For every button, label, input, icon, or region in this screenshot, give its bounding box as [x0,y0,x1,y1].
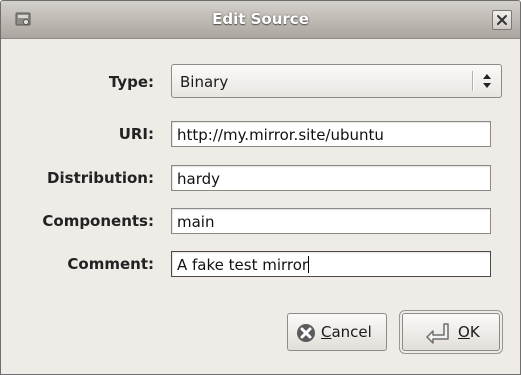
components-value: main [177,213,215,231]
window-title: Edit Source [212,10,309,28]
up-down-arrows-icon [482,73,492,93]
uri-value: http://my.mirror.site/ubuntu [177,126,384,144]
ok-button[interactable]: OK [399,310,503,354]
components-label: Components: [42,212,154,230]
cancel-icon [296,323,316,347]
type-label: Type: [108,73,154,91]
title-bar[interactable]: Edit Source [1,1,520,39]
comment-value: A fake test mirror [177,256,309,274]
distribution-label: Distribution: [47,169,154,187]
close-button[interactable] [492,10,512,30]
comment-label: Comment: [67,255,154,273]
enter-arrow-icon [425,322,451,348]
cancel-button[interactable]: Cancel [287,313,387,351]
comment-input[interactable]: A fake test mirror [171,251,491,277]
text-cursor [308,256,310,273]
type-value: Binary [180,73,229,91]
uri-input[interactable]: http://my.mirror.site/ubuntu [171,121,491,147]
combo-separator [472,71,473,91]
type-combobox[interactable]: Binary [171,64,502,98]
ok-label: OK [458,323,480,341]
edit-source-dialog: Edit Source Type: Binary URI: http://my.… [0,0,521,375]
distribution-input[interactable]: hardy [171,165,491,191]
uri-label: URI: [118,125,154,143]
cancel-label: Cancel [321,323,372,341]
distribution-value: hardy [177,170,221,188]
close-icon [497,15,507,25]
components-input[interactable]: main [171,208,491,234]
